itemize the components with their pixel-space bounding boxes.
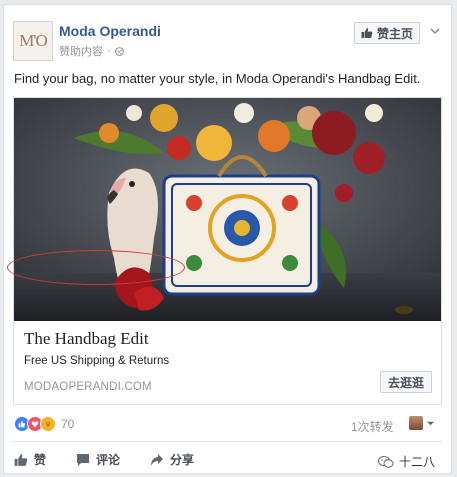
like-page-button[interactable]: 赞主页	[354, 22, 420, 44]
red-annotation-ellipse	[7, 250, 185, 285]
globe-icon	[114, 46, 124, 56]
comment-button[interactable]: 评论	[76, 451, 120, 468]
sponsored-row: 赞助内容 ·	[59, 43, 124, 59]
like-page-label: 赞主页	[376, 26, 413, 41]
share-button[interactable]: 分享	[150, 451, 194, 468]
sponsored-label[interactable]: 赞助内容	[59, 43, 103, 59]
share-label: 分享	[170, 453, 195, 467]
ad-caption[interactable]: The Handbag Edit Free US Shipping & Retu…	[14, 321, 441, 404]
share-arrow-icon	[151, 453, 163, 466]
ad-description: Free US Shipping & Returns	[24, 355, 170, 367]
watermark-text: 十二八	[399, 455, 436, 469]
wechat-icon	[378, 455, 394, 468]
handbag-still-life-image	[14, 98, 441, 321]
page-avatar[interactable]: M'O	[13, 21, 53, 61]
like-label: 赞	[34, 453, 47, 467]
avatar-monogram: M'O	[19, 31, 47, 50]
comment-icon	[77, 453, 89, 466]
divider	[12, 441, 443, 442]
share-count[interactable]: 1次转发	[351, 418, 394, 435]
post-text: Find your bag, no matter your style, in …	[14, 71, 421, 86]
chevron-down-icon[interactable]	[426, 419, 435, 428]
viewer-avatar[interactable]	[409, 416, 423, 430]
chevron-down-icon[interactable]	[429, 25, 441, 37]
ad-domain: MODAOPERANDI.COM	[24, 381, 152, 393]
reactions-summary[interactable]: 70	[14, 416, 74, 432]
comment-label: 评论	[96, 453, 121, 467]
page-name-link[interactable]: Moda Operandi	[59, 23, 161, 39]
haha-reaction-icon	[40, 416, 56, 432]
wechat-watermark: 十二八	[378, 453, 435, 470]
shop-now-button[interactable]: 去逛逛	[380, 371, 432, 393]
ad-image[interactable]	[14, 98, 441, 321]
thumbs-up-icon	[361, 28, 373, 38]
ad-post-card: M'O Moda Operandi 赞助内容 · 赞主页 Find your b…	[3, 4, 452, 474]
thumbs-up-icon	[14, 453, 28, 466]
like-button[interactable]: 赞	[14, 451, 46, 468]
reaction-count[interactable]: 70	[61, 417, 74, 431]
ad-headline[interactable]: The Handbag Edit	[24, 329, 149, 349]
